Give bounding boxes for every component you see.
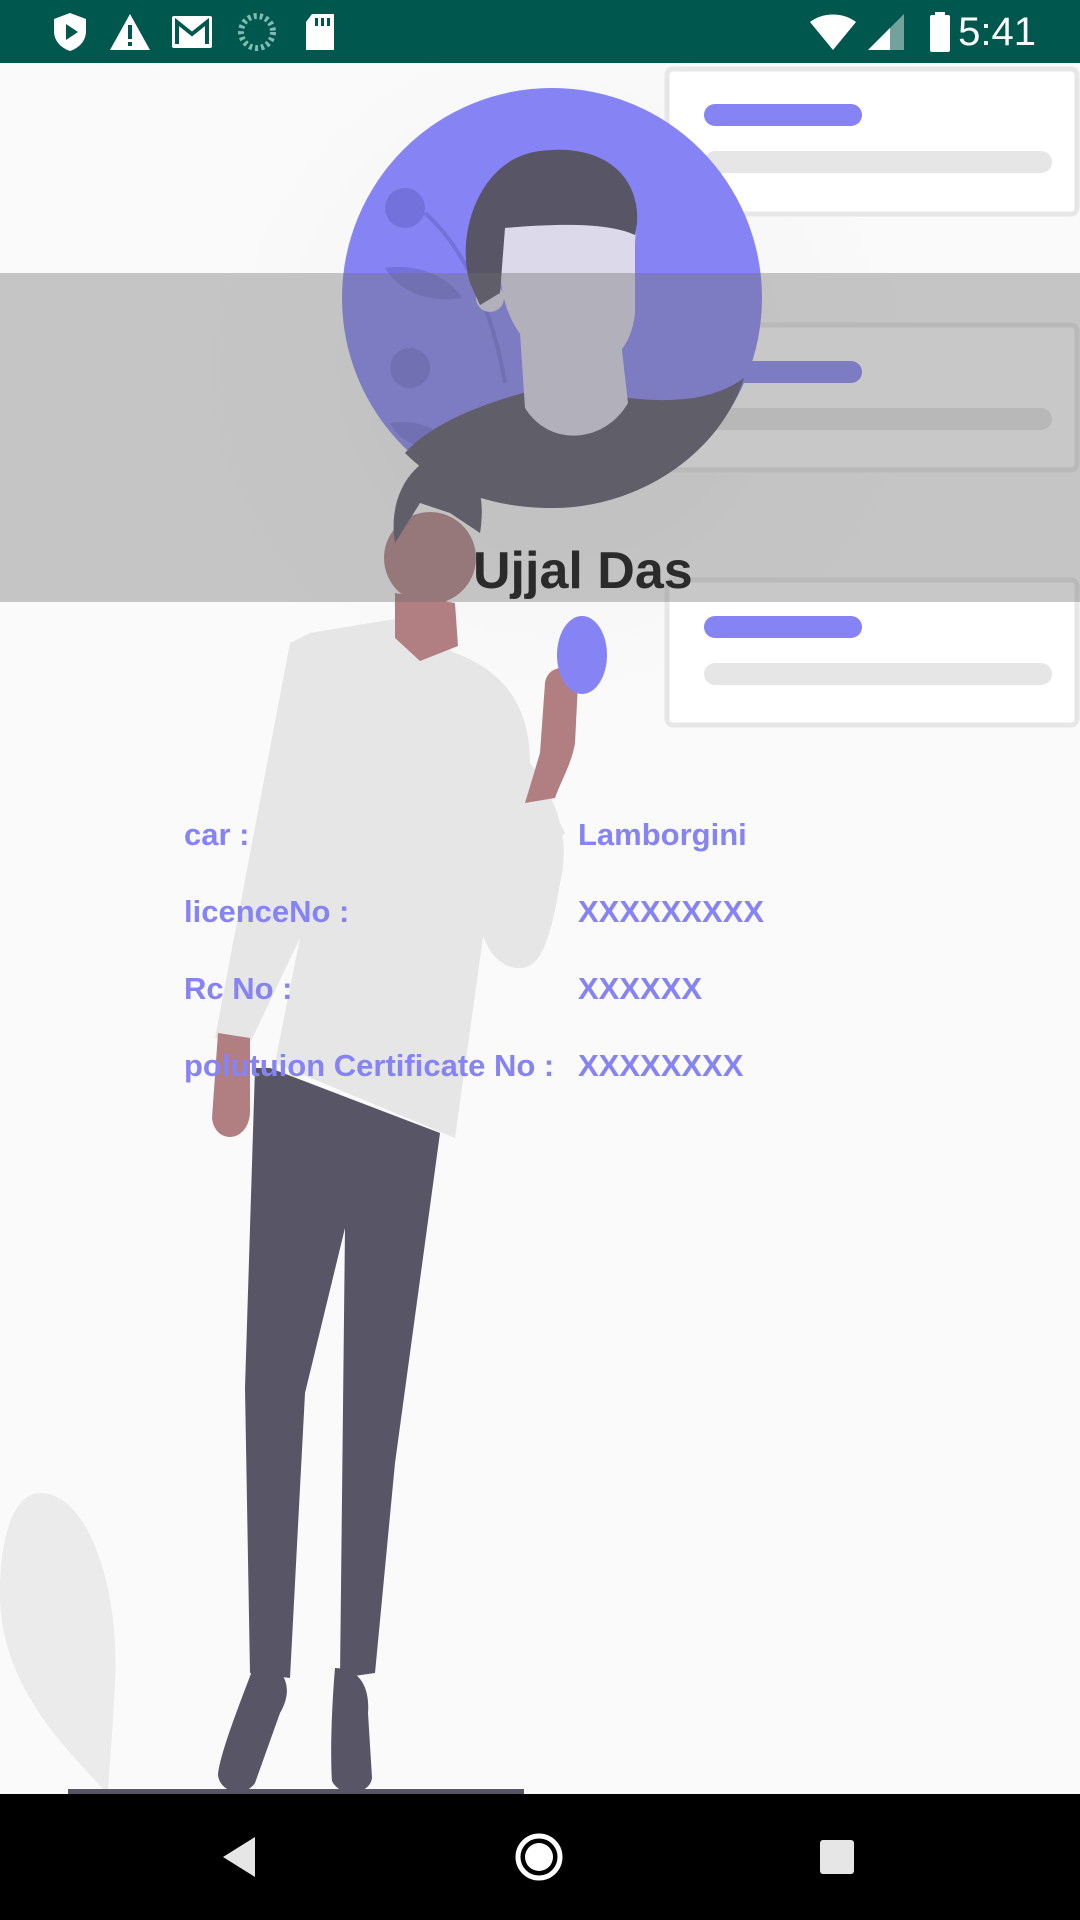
recents-icon[interactable] <box>802 1822 872 1892</box>
clock: 5:41 <box>958 10 1036 54</box>
pollution-certificate-value: XXXXXXXX <box>578 1048 744 1083</box>
rc-no-value: XXXXXX <box>578 971 703 1006</box>
battery-icon <box>930 12 950 52</box>
profile-name: Ujjal Das <box>473 542 693 600</box>
home-icon[interactable] <box>504 1822 574 1892</box>
rc-no-label: Rc No : <box>184 971 293 1006</box>
sd-card-icon <box>306 14 334 50</box>
shield-play-icon <box>54 13 86 51</box>
warning-icon <box>110 14 150 50</box>
pollution-certificate-label: polutuion Certificate No : <box>184 1048 555 1083</box>
licence-no-label: licenceNo : <box>184 894 350 929</box>
navigation-bar <box>0 1794 1080 1920</box>
car-value: Lamborgini <box>578 817 747 852</box>
gmail-icon <box>172 16 212 48</box>
status-bar: 5:41 <box>0 0 1080 63</box>
car-label: car : <box>184 817 250 852</box>
licence-no-value: XXXXXXXXX <box>578 894 765 929</box>
sync-progress-icon <box>238 13 276 51</box>
back-icon[interactable] <box>207 1822 277 1892</box>
wifi-icon <box>810 14 856 50</box>
profile-screen: Ujjal Das car : Lamborgini licenceNo : X… <box>0 63 1080 1794</box>
cell-signal-icon <box>868 14 904 50</box>
